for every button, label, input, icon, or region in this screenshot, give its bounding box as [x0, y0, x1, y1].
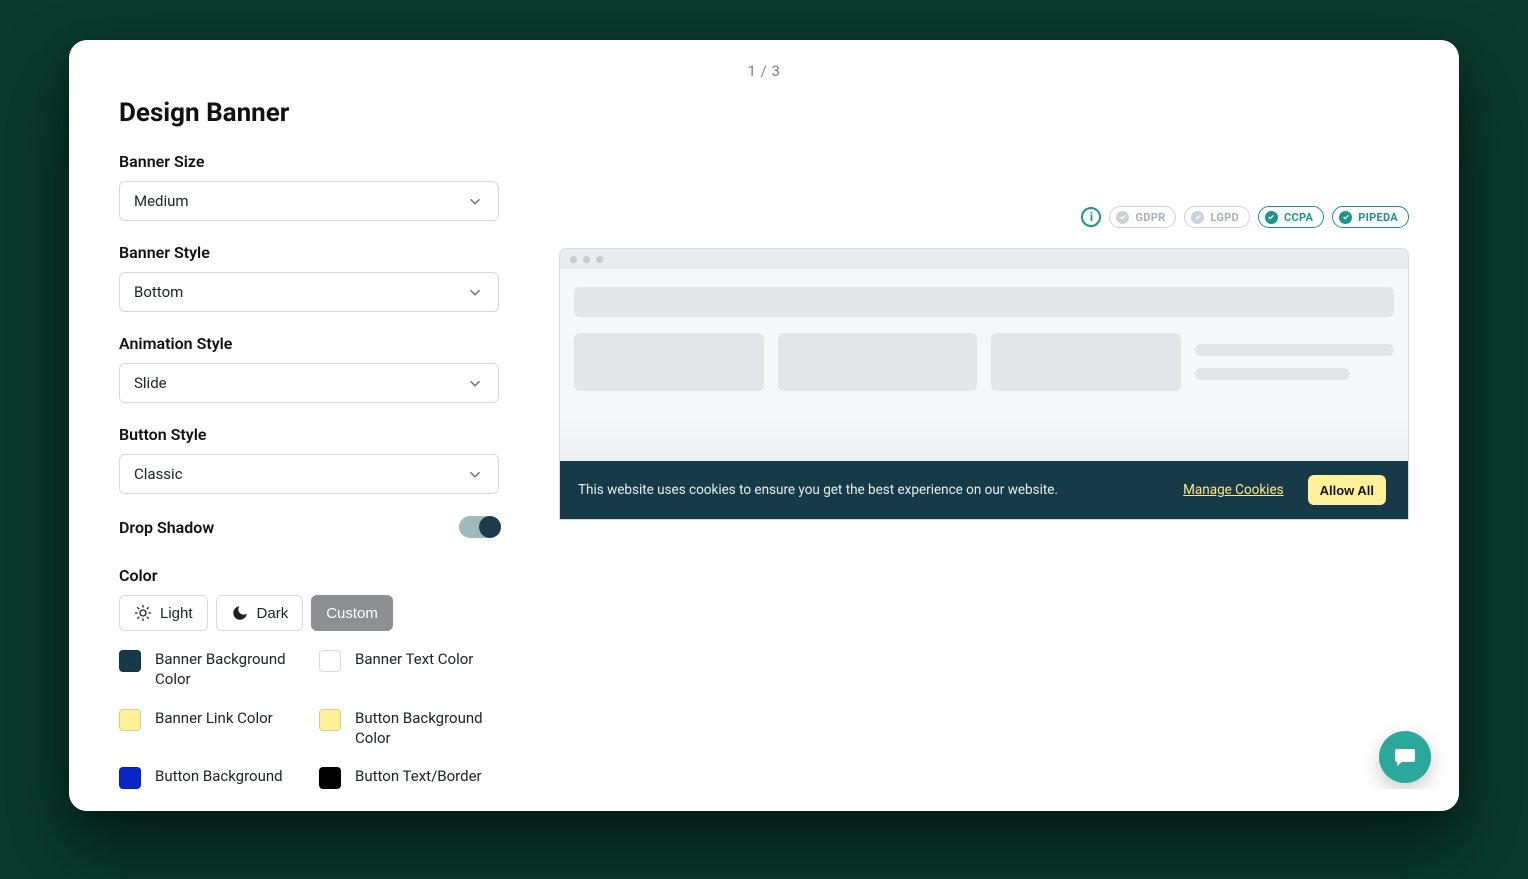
swatch-label: Button Background Color [355, 708, 499, 749]
allow-all-button[interactable]: Allow All [1308, 475, 1386, 505]
skeleton-line [1195, 368, 1350, 380]
check-icon [1116, 211, 1129, 224]
skeleton-block [574, 287, 1394, 317]
banner-style-label: Banner Style [119, 243, 499, 262]
chip-ccpa[interactable]: CCPA [1258, 206, 1324, 228]
color-mode-light-label: Light [160, 605, 193, 622]
swatch-label: Button Text/Border [355, 766, 482, 786]
moon-icon [231, 604, 249, 622]
chip-gdpr[interactable]: GDPR [1109, 206, 1176, 228]
swatch-banner-bg[interactable]: Banner Background Color [119, 649, 299, 690]
field-drop-shadow: Drop Shadow [119, 516, 499, 538]
color-mode-segment: Light Dark Custom [119, 595, 499, 631]
preview-panel: i GDPR LGPD CCPA PIPEDA [559, 98, 1409, 811]
skeleton-line [1195, 344, 1394, 356]
swatch-label: Banner Background Color [155, 649, 299, 690]
color-swatch-icon [119, 650, 141, 672]
button-style-select[interactable]: Classic [119, 454, 499, 494]
app-window: 1 / 3 Design Banner Banner Size Medium B… [69, 40, 1459, 811]
help-launcher[interactable] [1379, 731, 1431, 783]
field-button-style: Button Style Classic [119, 425, 499, 494]
color-swatch-icon [319, 709, 341, 731]
chevron-down-icon [466, 374, 484, 392]
sun-icon [134, 604, 152, 622]
field-banner-style: Banner Style Bottom [119, 243, 499, 312]
color-mode-light[interactable]: Light [119, 595, 208, 631]
settings-panel: Design Banner Banner Size Medium Banner … [119, 98, 499, 811]
drop-shadow-toggle[interactable] [459, 516, 499, 538]
traffic-light-icon [570, 256, 577, 263]
chevron-down-icon [466, 283, 484, 301]
chip-label: GDPR [1135, 211, 1165, 224]
chevron-down-icon [466, 192, 484, 210]
button-style-value: Classic [134, 465, 183, 483]
skeleton-block [574, 333, 764, 391]
browser-titlebar [560, 249, 1408, 269]
traffic-light-icon [596, 256, 603, 263]
skeleton-content [560, 269, 1408, 413]
swatch-banner-text[interactable]: Banner Text Color [319, 649, 499, 690]
field-color: Color Light Dark Custom [119, 566, 499, 789]
manage-cookies-link[interactable]: Manage Cookies [1183, 482, 1283, 498]
animation-style-select[interactable]: Slide [119, 363, 499, 403]
swatch-label: Button Background [155, 766, 283, 786]
browser-preview: This website uses cookies to ensure you … [559, 248, 1409, 520]
chip-pipeda[interactable]: PIPEDA [1332, 206, 1409, 228]
color-mode-dark[interactable]: Dark [216, 595, 304, 631]
button-style-label: Button Style [119, 425, 499, 444]
page-indicator: 1 / 3 [119, 62, 1409, 80]
check-icon [1265, 211, 1278, 224]
bottom-clip [69, 789, 1459, 811]
toggle-knob [479, 516, 501, 538]
check-icon [1339, 211, 1352, 224]
skeleton-block [1195, 333, 1394, 391]
banner-style-select[interactable]: Bottom [119, 272, 499, 312]
banner-size-label: Banner Size [119, 152, 499, 171]
banner-message: This website uses cookies to ensure you … [578, 482, 1058, 498]
banner-size-value: Medium [134, 192, 189, 210]
banner-actions: Manage Cookies Allow All [1183, 475, 1386, 505]
skeleton-block [778, 333, 977, 391]
swatch-label: Banner Link Color [155, 708, 273, 728]
color-label: Color [119, 566, 499, 585]
drop-shadow-label: Drop Shadow [119, 518, 214, 537]
color-mode-dark-label: Dark [257, 605, 289, 622]
skeleton-block [991, 333, 1181, 391]
color-swatch-icon [119, 709, 141, 731]
color-mode-custom-label: Custom [326, 605, 378, 622]
field-animation-style: Animation Style Slide [119, 334, 499, 403]
traffic-light-icon [583, 256, 590, 263]
chip-label: LGPD [1210, 211, 1239, 224]
animation-style-value: Slide [134, 374, 167, 392]
banner-style-value: Bottom [134, 283, 183, 301]
info-icon[interactable]: i [1081, 207, 1101, 227]
animation-style-label: Animation Style [119, 334, 499, 353]
skeleton-fade [560, 413, 1408, 461]
chevron-down-icon [466, 465, 484, 483]
swatch-grid: Banner Background Color Banner Text Colo… [119, 649, 499, 789]
color-swatch-icon [119, 767, 141, 789]
chip-label: CCPA [1284, 211, 1313, 224]
swatch-label: Banner Text Color [355, 649, 473, 669]
banner-size-select[interactable]: Medium [119, 181, 499, 221]
field-banner-size: Banner Size Medium [119, 152, 499, 221]
chip-lgpd[interactable]: LGPD [1184, 206, 1250, 228]
page-title: Design Banner [119, 98, 499, 128]
color-swatch-icon [319, 767, 341, 789]
swatch-banner-link[interactable]: Banner Link Color [119, 708, 299, 749]
chip-label: PIPEDA [1358, 211, 1398, 224]
color-swatch-icon [319, 650, 341, 672]
cookie-banner: This website uses cookies to ensure you … [560, 461, 1408, 519]
swatch-button-bg-2[interactable]: Button Background [119, 766, 299, 789]
color-mode-custom[interactable]: Custom [311, 595, 393, 631]
swatch-button-text-border[interactable]: Button Text/Border [319, 766, 499, 789]
chat-icon [1393, 745, 1417, 769]
swatch-button-bg[interactable]: Button Background Color [319, 708, 499, 749]
content: Design Banner Banner Size Medium Banner … [119, 98, 1409, 811]
check-icon [1191, 211, 1204, 224]
compliance-chips: i GDPR LGPD CCPA PIPEDA [1081, 206, 1409, 228]
